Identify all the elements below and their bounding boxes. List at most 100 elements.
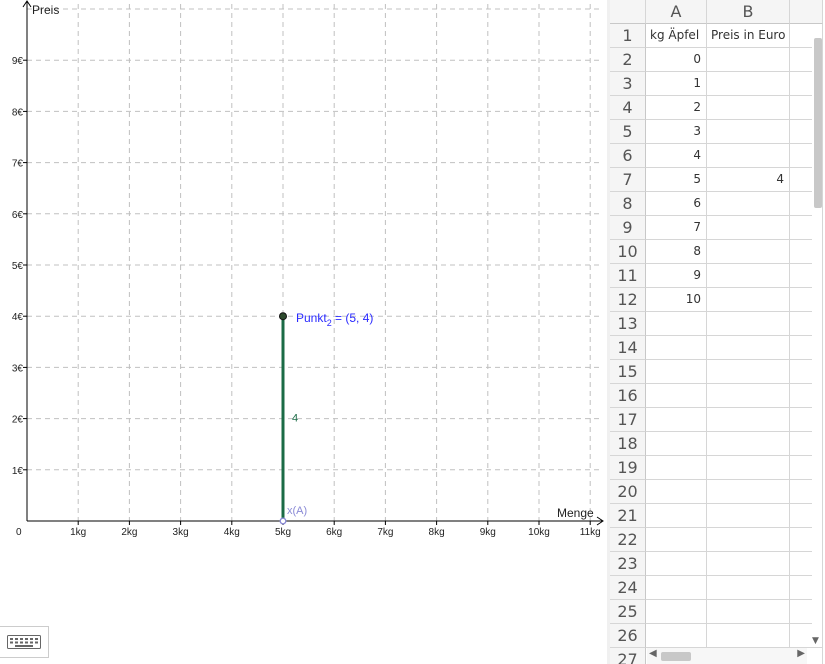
cell-b[interactable]: 4 xyxy=(707,168,790,192)
cell-a[interactable] xyxy=(646,576,707,600)
cell-b[interactable] xyxy=(707,240,790,264)
vertical-scroll-thumb[interactable] xyxy=(814,38,822,208)
graphics-view[interactable]: 1kg 2kg 3kg 4kg 5kg 6kg 7kg 8kg 9kg 10kg 11kg 1€ 2€ 3… xyxy=(0,0,607,664)
cell-b[interactable] xyxy=(707,600,790,624)
cell-b[interactable] xyxy=(707,384,790,408)
y-tick-label: 6€ xyxy=(12,210,24,221)
cell-a[interactable]: 6 xyxy=(646,192,707,216)
row-header[interactable]: 25 xyxy=(610,600,646,624)
cell-a[interactable] xyxy=(646,528,707,552)
foot-label: x(A) xyxy=(287,505,307,517)
vertical-scrollbar[interactable]: ▼ xyxy=(812,24,822,646)
row-header[interactable]: 2 xyxy=(610,48,646,72)
row-header[interactable]: 7 xyxy=(610,168,646,192)
cell-a[interactable] xyxy=(646,312,707,336)
cell-b[interactable] xyxy=(707,288,790,312)
cell-b[interactable] xyxy=(707,120,790,144)
row-header[interactable]: 6 xyxy=(610,144,646,168)
cell-a[interactable] xyxy=(646,384,707,408)
cell-a[interactable] xyxy=(646,408,707,432)
row-header[interactable]: 10 xyxy=(610,240,646,264)
foot-point[interactable] xyxy=(279,517,287,525)
coordinate-plane[interactable]: 1kg 2kg 3kg 4kg 5kg 6kg 7kg 8kg 9kg 10kg 11kg 1€ 2€ 3… xyxy=(0,0,607,664)
cell-a[interactable]: 5 xyxy=(646,168,707,192)
cell-b[interactable] xyxy=(707,408,790,432)
column-header-c[interactable] xyxy=(790,0,823,24)
row-header[interactable]: 15 xyxy=(610,360,646,384)
row-header[interactable]: 4 xyxy=(610,96,646,120)
cell-a[interactable] xyxy=(646,504,707,528)
row-header[interactable]: 20 xyxy=(610,480,646,504)
cell-b[interactable] xyxy=(707,360,790,384)
cell-b[interactable]: Preis in Euro xyxy=(707,24,790,48)
row-header[interactable]: 22 xyxy=(610,528,646,552)
row-header[interactable]: 13 xyxy=(610,312,646,336)
cell-a[interactable]: 8 xyxy=(646,240,707,264)
cell-b[interactable] xyxy=(707,552,790,576)
row-header[interactable]: 23 xyxy=(610,552,646,576)
row-header[interactable]: 1 xyxy=(610,24,646,48)
row-header[interactable]: 3 xyxy=(610,72,646,96)
cell-a[interactable] xyxy=(646,600,707,624)
cell-b[interactable] xyxy=(707,480,790,504)
cell-a[interactable] xyxy=(646,552,707,576)
row-header[interactable]: 11 xyxy=(610,264,646,288)
row-header[interactable]: 12 xyxy=(610,288,646,312)
cell-a[interactable]: 9 xyxy=(646,264,707,288)
column-header-b[interactable]: B xyxy=(707,0,790,24)
cell-a[interactable]: 3 xyxy=(646,120,707,144)
scroll-left-icon[interactable]: ◀ xyxy=(649,648,657,659)
y-tick-label: 3€ xyxy=(12,363,24,374)
horizontal-scroll-thumb[interactable] xyxy=(661,652,691,661)
spreadsheet-view[interactable]: A B 1 kg Äpfel Preis in Euro 2 0 3 1 4 2 5 3 6 4 7 5 4 8 6 9… xyxy=(610,0,825,664)
cell-b[interactable] xyxy=(707,504,790,528)
cell-a[interactable] xyxy=(646,624,707,648)
cell-b[interactable] xyxy=(707,216,790,240)
cell-a[interactable] xyxy=(646,480,707,504)
row-header[interactable]: 8 xyxy=(610,192,646,216)
row-header[interactable]: 19 xyxy=(610,456,646,480)
cell-b[interactable] xyxy=(707,456,790,480)
scroll-right-icon[interactable]: ▶ xyxy=(797,648,805,659)
row-header[interactable]: 16 xyxy=(610,384,646,408)
cell-a[interactable] xyxy=(646,456,707,480)
row-header[interactable]: 9 xyxy=(610,216,646,240)
row-header[interactable]: 5 xyxy=(610,120,646,144)
cell-a[interactable]: 1 xyxy=(646,72,707,96)
cell-b[interactable] xyxy=(707,624,790,648)
cell-a[interactable]: 4 xyxy=(646,144,707,168)
cell-a[interactable]: 2 xyxy=(646,96,707,120)
cell-b[interactable] xyxy=(707,192,790,216)
row-header[interactable]: 14 xyxy=(610,336,646,360)
cell-b[interactable] xyxy=(707,576,790,600)
cell-a[interactable]: 7 xyxy=(646,216,707,240)
cell-b[interactable] xyxy=(707,72,790,96)
cell-a[interactable]: kg Äpfel xyxy=(646,24,707,48)
cell-a[interactable]: 0 xyxy=(646,48,707,72)
column-header-a[interactable]: A xyxy=(646,0,707,24)
cell-a[interactable] xyxy=(646,432,707,456)
cell-b[interactable] xyxy=(707,144,790,168)
keyboard-button[interactable] xyxy=(0,626,49,658)
cell-a[interactable] xyxy=(646,336,707,360)
cell-a[interactable]: 10 xyxy=(646,288,707,312)
row-header[interactable]: 27 xyxy=(610,648,646,664)
cell-b[interactable] xyxy=(707,528,790,552)
cell-b[interactable] xyxy=(707,264,790,288)
row-header[interactable]: 21 xyxy=(610,504,646,528)
cell-b[interactable] xyxy=(707,432,790,456)
corner-cell xyxy=(610,0,646,24)
row-header[interactable]: 26 xyxy=(610,624,646,648)
row-header[interactable]: 18 xyxy=(610,432,646,456)
scroll-down-icon[interactable]: ▼ xyxy=(812,636,819,646)
row-header[interactable]: 24 xyxy=(610,576,646,600)
cell-a[interactable] xyxy=(646,360,707,384)
cell-b[interactable] xyxy=(707,96,790,120)
point-2[interactable] xyxy=(279,312,287,321)
y-axis-label: Preis xyxy=(32,3,59,17)
row-header[interactable]: 17 xyxy=(610,408,646,432)
cell-b[interactable] xyxy=(707,312,790,336)
cell-b[interactable] xyxy=(707,48,790,72)
cell-b[interactable] xyxy=(707,336,790,360)
horizontal-scrollbar[interactable]: ◀ ▶ xyxy=(647,648,807,664)
